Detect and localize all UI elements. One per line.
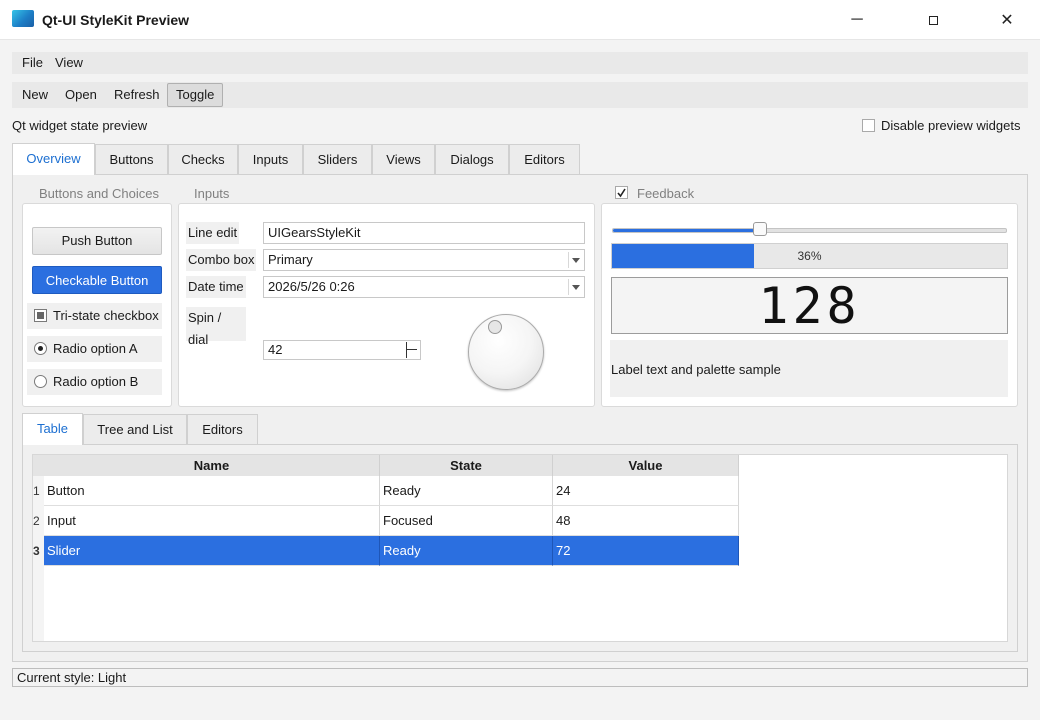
tab-overview[interactable]: Overview [12, 143, 95, 175]
new-button[interactable]: New [14, 83, 56, 107]
tab-dialogs[interactable]: Dialogs [435, 144, 509, 175]
disable-preview-checkbox[interactable] [862, 119, 875, 132]
chevron-down-icon[interactable] [568, 279, 582, 295]
maximize-button[interactable] [910, 0, 956, 40]
radio-a-label: Radio option A [53, 341, 138, 356]
close-icon: ✕ [1000, 12, 1014, 29]
toolbar: New Open Refresh Toggle [12, 82, 1028, 108]
tab-inputs[interactable]: Inputs [238, 144, 303, 175]
tristate-label: Tri-state checkbox [53, 308, 159, 323]
radio-b-indicator [34, 375, 47, 388]
radio-b-label: Radio option B [53, 374, 139, 389]
table-cell-state[interactable]: Ready [380, 476, 553, 506]
date-time-edit[interactable]: 2026/5/26 0:26 [263, 276, 585, 298]
tab-buttons[interactable]: Buttons [95, 144, 168, 175]
radio-a-indicator [34, 342, 47, 355]
dial-notch-icon [488, 320, 502, 334]
tab-checks[interactable]: Checks [168, 144, 238, 175]
title-bar: Qt-UI StyleKit Preview ─ ✕ [0, 0, 1040, 40]
table-cell-value[interactable]: 24 [553, 476, 739, 506]
inputs-group-title: Inputs [192, 186, 232, 201]
lcd-display: 128 [611, 277, 1008, 334]
row-header-filler [33, 566, 44, 641]
subtab-editors[interactable]: Editors [187, 414, 258, 445]
menu-bar: File View [12, 52, 1028, 74]
table-cell-value[interactable]: 48 [553, 506, 739, 536]
window-title: Qt-UI StyleKit Preview [42, 12, 190, 28]
progress-text: 36% [797, 249, 822, 263]
lcd-value: 128 [758, 277, 861, 335]
radio-option-b[interactable]: Radio option B [27, 369, 162, 395]
line-edit-label: Line edit [186, 222, 240, 244]
date-time-label: Date time [186, 276, 246, 298]
spin-box-value: 42 [268, 342, 283, 357]
date-time-value: 2026/5/26 0:26 [268, 279, 355, 294]
feedback-group-title: Feedback [637, 186, 695, 201]
toggle-button[interactable]: Toggle [167, 83, 224, 107]
close-button[interactable]: ✕ [984, 0, 1030, 40]
spin-dial-label: Spin / dial [186, 307, 246, 347]
table-cell-name[interactable]: Button [44, 476, 380, 506]
progress-bar: 36% [611, 243, 1008, 269]
preview-label: Qt widget state preview [12, 118, 148, 133]
combo-box-value: Primary [268, 252, 313, 267]
tristate-indicator [34, 309, 47, 322]
slider-track[interactable] [612, 228, 1007, 233]
tab-views[interactable]: Views [372, 144, 435, 175]
column-header-value[interactable]: Value [553, 455, 739, 476]
push-button[interactable]: Push Button [32, 227, 162, 255]
tristate-checkbox[interactable]: Tri-state checkbox [27, 303, 162, 329]
menu-view[interactable]: View [45, 52, 93, 74]
subtab-tree-and-list[interactable]: Tree and List [83, 414, 187, 445]
checkable-button[interactable]: Checkable Button [32, 266, 162, 294]
app-icon [12, 10, 34, 27]
column-header-name[interactable]: Name [44, 455, 380, 476]
disable-preview-label[interactable]: Disable preview widgets [881, 118, 1020, 133]
check-icon [617, 188, 626, 198]
palette-label: Label text and palette sample [611, 362, 781, 377]
dial[interactable] [468, 314, 544, 390]
spin-arrows-icon[interactable] [406, 342, 418, 358]
table-cell-name[interactable]: Slider [44, 536, 380, 566]
table-cell-name[interactable]: Input [44, 506, 380, 536]
feedback-checkbox[interactable] [615, 186, 628, 199]
buttons-group-title: Buttons and Choices [37, 186, 161, 201]
row-number[interactable]: 1 [33, 476, 44, 506]
table-cell-state[interactable]: Ready [380, 536, 553, 566]
table-cell-state[interactable]: Focused [380, 506, 553, 536]
column-header-state[interactable]: State [380, 455, 553, 476]
minimize-icon: ─ [851, 11, 863, 28]
status-bar: Current style: Light [12, 668, 1028, 687]
slider-handle[interactable] [753, 222, 767, 236]
row-number[interactable]: 3 [33, 536, 44, 566]
tab-sliders[interactable]: Sliders [303, 144, 372, 175]
chevron-down-icon[interactable] [568, 252, 582, 268]
refresh-button[interactable]: Refresh [106, 83, 168, 107]
spin-box[interactable]: 42 [263, 340, 421, 360]
slider-fill [613, 229, 754, 232]
line-edit-field[interactable]: UIGearsStyleKit [263, 222, 585, 244]
open-button[interactable]: Open [57, 83, 105, 107]
maximize-icon [928, 15, 938, 25]
minimize-button[interactable]: ─ [834, 0, 880, 40]
radio-option-a[interactable]: Radio option A [27, 336, 162, 362]
palette-sample-box: Label text and palette sample [610, 340, 1008, 397]
combo-box-label: Combo box [186, 249, 257, 271]
table-cell-value[interactable]: 72 [553, 536, 739, 566]
row-number[interactable]: 2 [33, 506, 44, 536]
table-corner [33, 455, 44, 476]
subtab-table[interactable]: Table [22, 413, 83, 445]
combo-box[interactable]: Primary [263, 249, 585, 271]
tab-editors[interactable]: Editors [509, 144, 580, 175]
